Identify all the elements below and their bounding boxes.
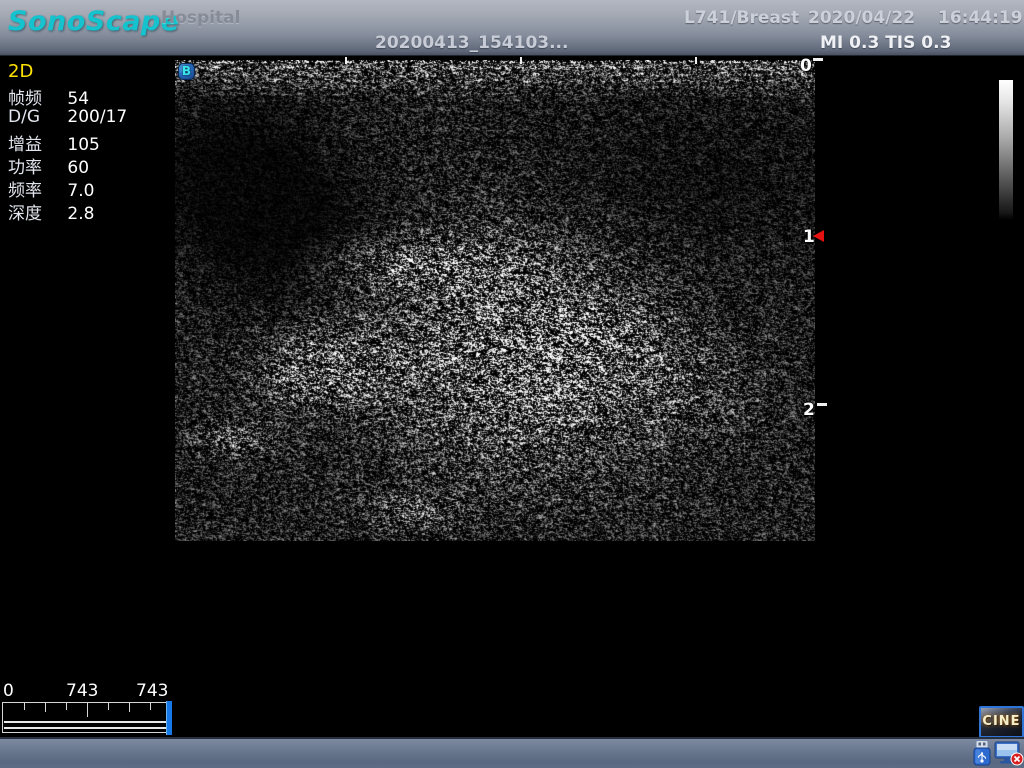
hospital-name: Hospital <box>161 8 240 28</box>
param-value-power: 60 <box>67 158 89 178</box>
ultrasound-image <box>175 60 815 541</box>
cine-scale-end: 743 <box>136 681 168 701</box>
param-value-framerate: 54 <box>67 89 89 109</box>
b-mode-orientation-mark: B <box>178 63 195 80</box>
param-row: 功率 60 <box>8 153 89 175</box>
param-row: 增益 105 <box>8 130 100 152</box>
header-bar: SonoScape Hospital L741/Breast 2020/04/2… <box>0 0 1024 56</box>
param-row: 深度 2.8 <box>8 199 94 221</box>
cine-button[interactable]: CINE <box>979 706 1024 738</box>
mode-label: 2D <box>8 61 33 82</box>
cine-scale-mid: 743 <box>66 681 98 701</box>
cine-track-lines <box>4 721 170 729</box>
mi-tis-display: MI 0.3 TIS 0.3 <box>820 33 951 53</box>
usb-icon[interactable] <box>969 740 995 766</box>
param-row: 频率 7.0 <box>8 176 94 198</box>
depth-tick <box>813 58 823 61</box>
param-label-dg: D/G <box>8 107 62 127</box>
param-row: 帧频 54 <box>8 84 89 106</box>
param-value-gain: 105 <box>67 135 99 155</box>
cine-scrub-bar[interactable] <box>2 702 172 733</box>
exam-id: 20200413_154103... <box>375 33 568 53</box>
param-row: D/G 200/17 <box>8 107 127 129</box>
focus-marker-icon[interactable] <box>813 230 824 242</box>
depth-label-0: 0 <box>800 56 812 76</box>
depth-label-2: 2 <box>803 400 815 420</box>
cine-tick <box>45 703 46 712</box>
date-display: 2020/04/22 <box>808 8 915 28</box>
cine-position-cursor[interactable] <box>166 701 172 735</box>
probe-preset: L741/Breast <box>684 8 799 28</box>
param-value-dg: 200/17 <box>67 107 127 127</box>
cine-tick <box>150 703 151 710</box>
time-display: 16:44:19 <box>938 8 1023 28</box>
param-label-power: 功率 <box>8 153 62 178</box>
param-label-framerate: 帧频 <box>8 84 62 109</box>
cine-tick <box>24 703 25 710</box>
cine-tick <box>66 703 67 710</box>
cine-tick <box>129 703 130 712</box>
scale-tick <box>345 57 347 64</box>
param-value-depth: 2.8 <box>67 204 94 224</box>
taskbar <box>0 737 1024 768</box>
param-label-depth: 深度 <box>8 199 62 224</box>
param-value-frequency: 7.0 <box>67 181 94 201</box>
cine-scale-start: 0 <box>3 681 14 701</box>
grayscale-bar <box>999 80 1013 220</box>
scale-tick <box>520 57 522 64</box>
cine-tick <box>87 703 88 717</box>
sonoscape-logo: SonoScape <box>8 6 180 37</box>
scale-tick <box>695 57 697 64</box>
param-label-frequency: 频率 <box>8 176 62 201</box>
cine-tick <box>108 703 109 710</box>
depth-tick <box>817 403 827 406</box>
param-label-gain: 增益 <box>8 130 62 155</box>
network-disconnected-icon[interactable] <box>994 740 1024 766</box>
